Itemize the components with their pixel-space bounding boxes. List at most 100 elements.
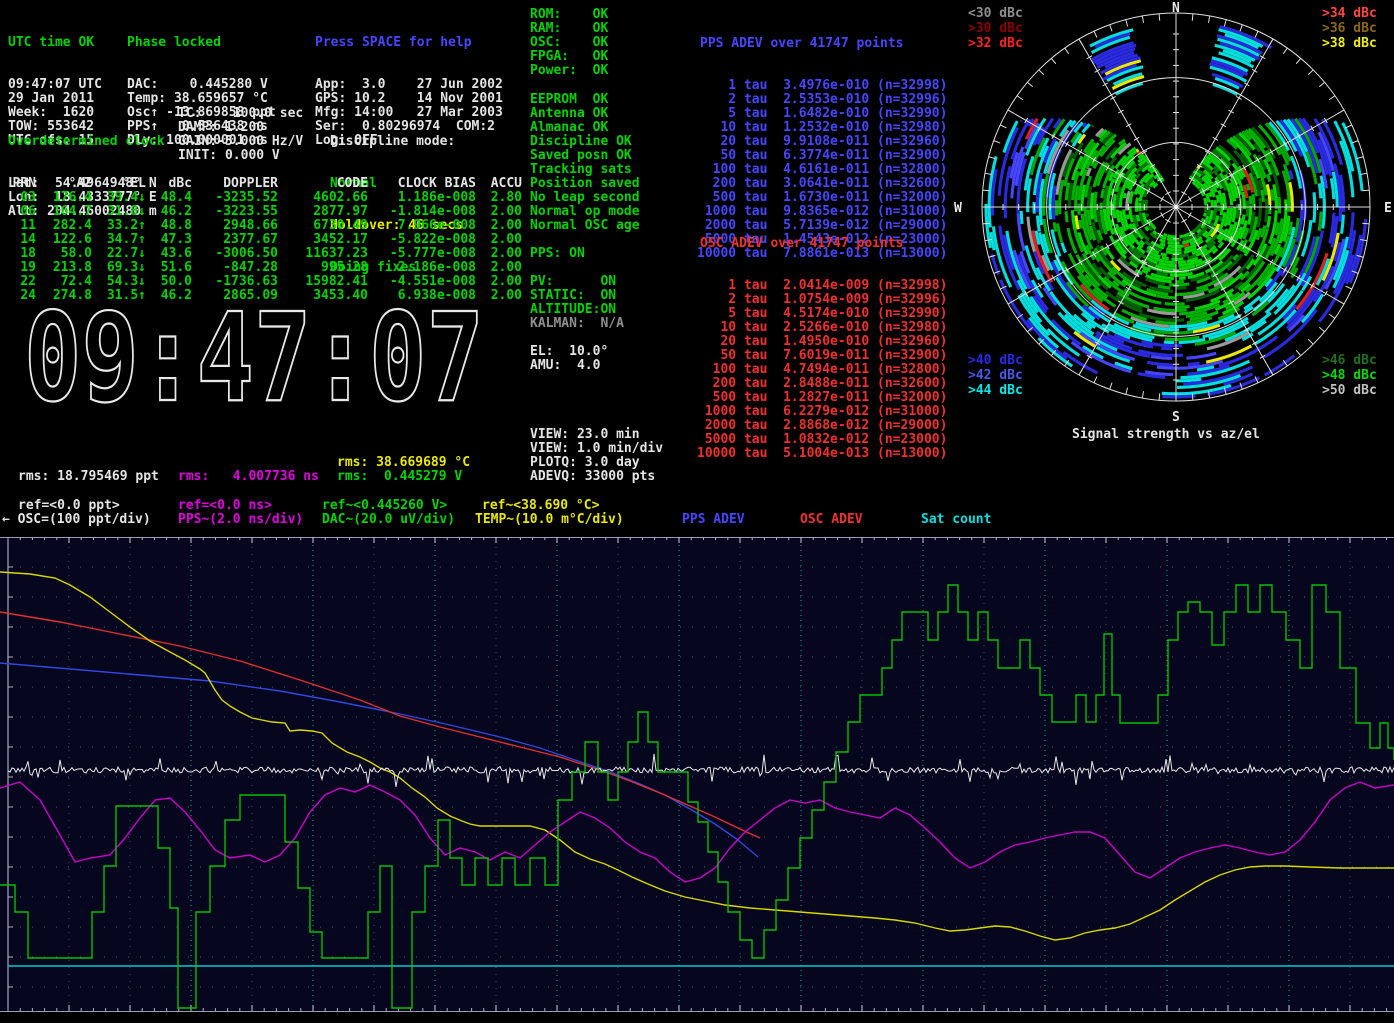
osc-adev-row-0: 1 tau 2.0414e-009 (n=32998) [697, 279, 947, 293]
sat-cell: 274.8 [36, 289, 92, 303]
sat-cell: 50.0 [146, 275, 192, 289]
fix-flags-block: PV: ONSTATIC: ONALTITUDE:ON [530, 275, 616, 317]
sat-cell: -3006.50 [192, 247, 278, 261]
dbc-legend-bottom-left: >40 dBc>42 dBc>44 dBc [968, 354, 1023, 399]
pps-adev-row-3: 10 tau 1.2532e-010 (n=32980) [697, 121, 947, 135]
pps-adev-row-4: 20 tau 9.9108e-011 (n=32960) [697, 135, 947, 149]
osc-adev-table: OSC ADEV over 41747 points 1 tau 2.0414e… [697, 209, 947, 489]
sat-cell: -1736.63 [192, 275, 278, 289]
sat-cell: 1.186e-008 [368, 191, 476, 205]
loop-params-block: TC: 100.0 secDAMP: 1.200GAIN:-5.000 Hz/V… [178, 107, 303, 163]
ref-pps: ref=<0.0 ns> [178, 499, 272, 513]
rms-dac: rms: 0.445279 V [337, 470, 462, 484]
receiver-status-line-3: FPGA: OK [530, 50, 608, 64]
receiver-status-line-1: RAM: OK [530, 22, 608, 36]
legend-sat-count: Sat count [921, 513, 991, 527]
fix-flag-line-1: STATIC: ON [530, 289, 616, 303]
fix-flag-line-0: PV: ON [530, 275, 616, 289]
sat-cell: -3235.52 [192, 191, 278, 205]
view-line-2: PLOTQ: 3.0 day [530, 456, 663, 470]
dbc-label-1: >42 dBc [968, 369, 1023, 384]
view-settings-block: VIEW: 23.0 minVIEW: 1.0 min/divPLOTQ: 3.… [530, 428, 663, 484]
osc-adev-row-12: 10000 tau 5.1004e-013 (n=13000) [697, 447, 947, 461]
dbc-label-1: >36 dBc [1322, 22, 1377, 37]
gps-status-line-8: Normal op mode [530, 205, 640, 219]
sat-table-row-3: 14122.634.7↑47.32377.673452.17-5.822e-00… [8, 233, 522, 247]
osc-adev-row-5: 50 tau 7.6019e-011 (n=32900) [697, 349, 947, 363]
dbc-label-2: >44 dBc [968, 384, 1023, 399]
sat-cell: 39.4↓ [92, 191, 146, 205]
gps-status-line-1: Antenna OK [530, 107, 640, 121]
sat-cell: 2.00 [476, 205, 522, 219]
sat-cell: 48.4 [146, 191, 192, 205]
sat-cell: 15982.41 [278, 275, 368, 289]
sat-cell: 19 [8, 261, 36, 275]
dbc-legend-top-left: <30 dBc>30 dBc>32 dBc [968, 7, 1023, 52]
sat-cell: 164.7 [36, 205, 92, 219]
big-clock-digits: 09:47:07 [24, 302, 484, 414]
sat-table-header: PRN°AZ°ELdBcDOPPLERCODECLOCK BIASACCU [8, 177, 522, 191]
sat-cell: 995.28 [278, 261, 368, 275]
sat-cell: 31.8↓ [92, 205, 146, 219]
sat-cell: 2.186e-008 [368, 261, 476, 275]
sat-cell: PRN [8, 177, 36, 191]
gps-status-line-7: No leap second [530, 191, 640, 205]
receiver-status-line-4: Power: OK [530, 64, 608, 78]
sat-cell: 03 [8, 191, 36, 205]
compass-east-label: E [1384, 201, 1392, 216]
sat-cell: 58.0 [36, 247, 92, 261]
scale-osc: ← OSC=(100 ppt/div) [2, 513, 151, 527]
utc-line-0: 09:47:07 UTC [8, 78, 102, 92]
osc-adev-row-4: 20 tau 1.4950e-010 (n=32960) [697, 335, 947, 349]
sat-cell: 7.966e-008 [368, 219, 476, 233]
dbc-label-0: <30 dBc [968, 7, 1023, 22]
dbc-legend-bottom-right: >46 dBc>48 dBc>50 dBc [1322, 354, 1377, 399]
osc-adev-row-8: 500 tau 1.2827e-011 (n=32000) [697, 391, 947, 405]
ref-dac: ref~<0.445260 V> [322, 499, 447, 513]
sat-cell: °EL [92, 177, 146, 191]
satellite-table: PRN°AZ°ELdBcDOPPLERCODECLOCK BIASACCU031… [8, 177, 522, 303]
receiver-status-block: ROM: OKRAM: OKOSC: OKFPGA: OKPower: OK [530, 8, 608, 78]
compass-west-label: W [954, 201, 962, 216]
gps-status-line-3: Discipline OK [530, 135, 640, 149]
sat-cell: 22.7↓ [92, 247, 146, 261]
sat-cell: 2877.97 [278, 205, 368, 219]
sat-cell: 31.5↑ [92, 289, 146, 303]
sat-cell: 2.00 [476, 275, 522, 289]
sat-table-row-2: 11282.433.2↑48.82948.666730.497.966e-008… [8, 219, 522, 233]
sat-cell: 06 [8, 205, 36, 219]
ref-osc: ref=<0.0 ppt> [18, 499, 120, 513]
gps-status-line-4: Saved posn OK [530, 149, 640, 163]
sat-cell: °AZ [36, 177, 92, 191]
sat-cell: 122.6 [36, 233, 92, 247]
sat-cell: ACCU [476, 177, 522, 191]
dbc-label-0: >40 dBc [968, 354, 1023, 369]
gps-status-line-9: Normal OSC age [530, 219, 640, 233]
sat-cell: 2.00 [476, 289, 522, 303]
utc-status-title: UTC time OK [8, 36, 102, 50]
sat-cell: 176.4 [36, 191, 92, 205]
sat-cell: 282.4 [36, 219, 92, 233]
loop-line-1: DAMP: 1.200 [178, 121, 303, 135]
osc-adev-row-6: 100 tau 4.7494e-011 (n=32800) [697, 363, 947, 377]
osc-adev-row-10: 2000 tau 2.8868e-012 (n=29000) [697, 419, 947, 433]
compass-north-label: N [1172, 1, 1180, 16]
receiver-status-line-2: OSC: OK [530, 36, 608, 50]
sat-cell: 6.938e-008 [368, 289, 476, 303]
gps-status-line-5: Tracking sats [530, 163, 640, 177]
legend-pps-adev: PPS ADEV [682, 513, 745, 527]
sat-cell: 2377.67 [192, 233, 278, 247]
rms-temp: rms: 38.669689 °C [337, 456, 470, 470]
pps-adev-row-0: 1 tau 3.4976e-010 (n=32998) [697, 79, 947, 93]
legend-osc-adev: OSC ADEV [800, 513, 863, 527]
rms-pps: rms: 4.007736 ns [178, 470, 319, 484]
sat-cell: 2.00 [476, 233, 522, 247]
fix-flag-line-2: ALTITUDE:ON [530, 303, 616, 317]
loop-line-0: TC: 100.0 sec [178, 107, 303, 121]
sat-cell: -847.28 [192, 261, 278, 275]
sat-table-row-7: 24274.831.5↑46.22865.093453.406.938e-008… [8, 289, 522, 303]
sat-table-row-4: 1858.022.7↓43.6-3006.5011637.23-5.777e-0… [8, 247, 522, 261]
sat-cell: 6730.49 [278, 219, 368, 233]
help-hint: Press SPACE for help [315, 36, 503, 50]
sat-cell: CLOCK BIAS [368, 177, 476, 191]
